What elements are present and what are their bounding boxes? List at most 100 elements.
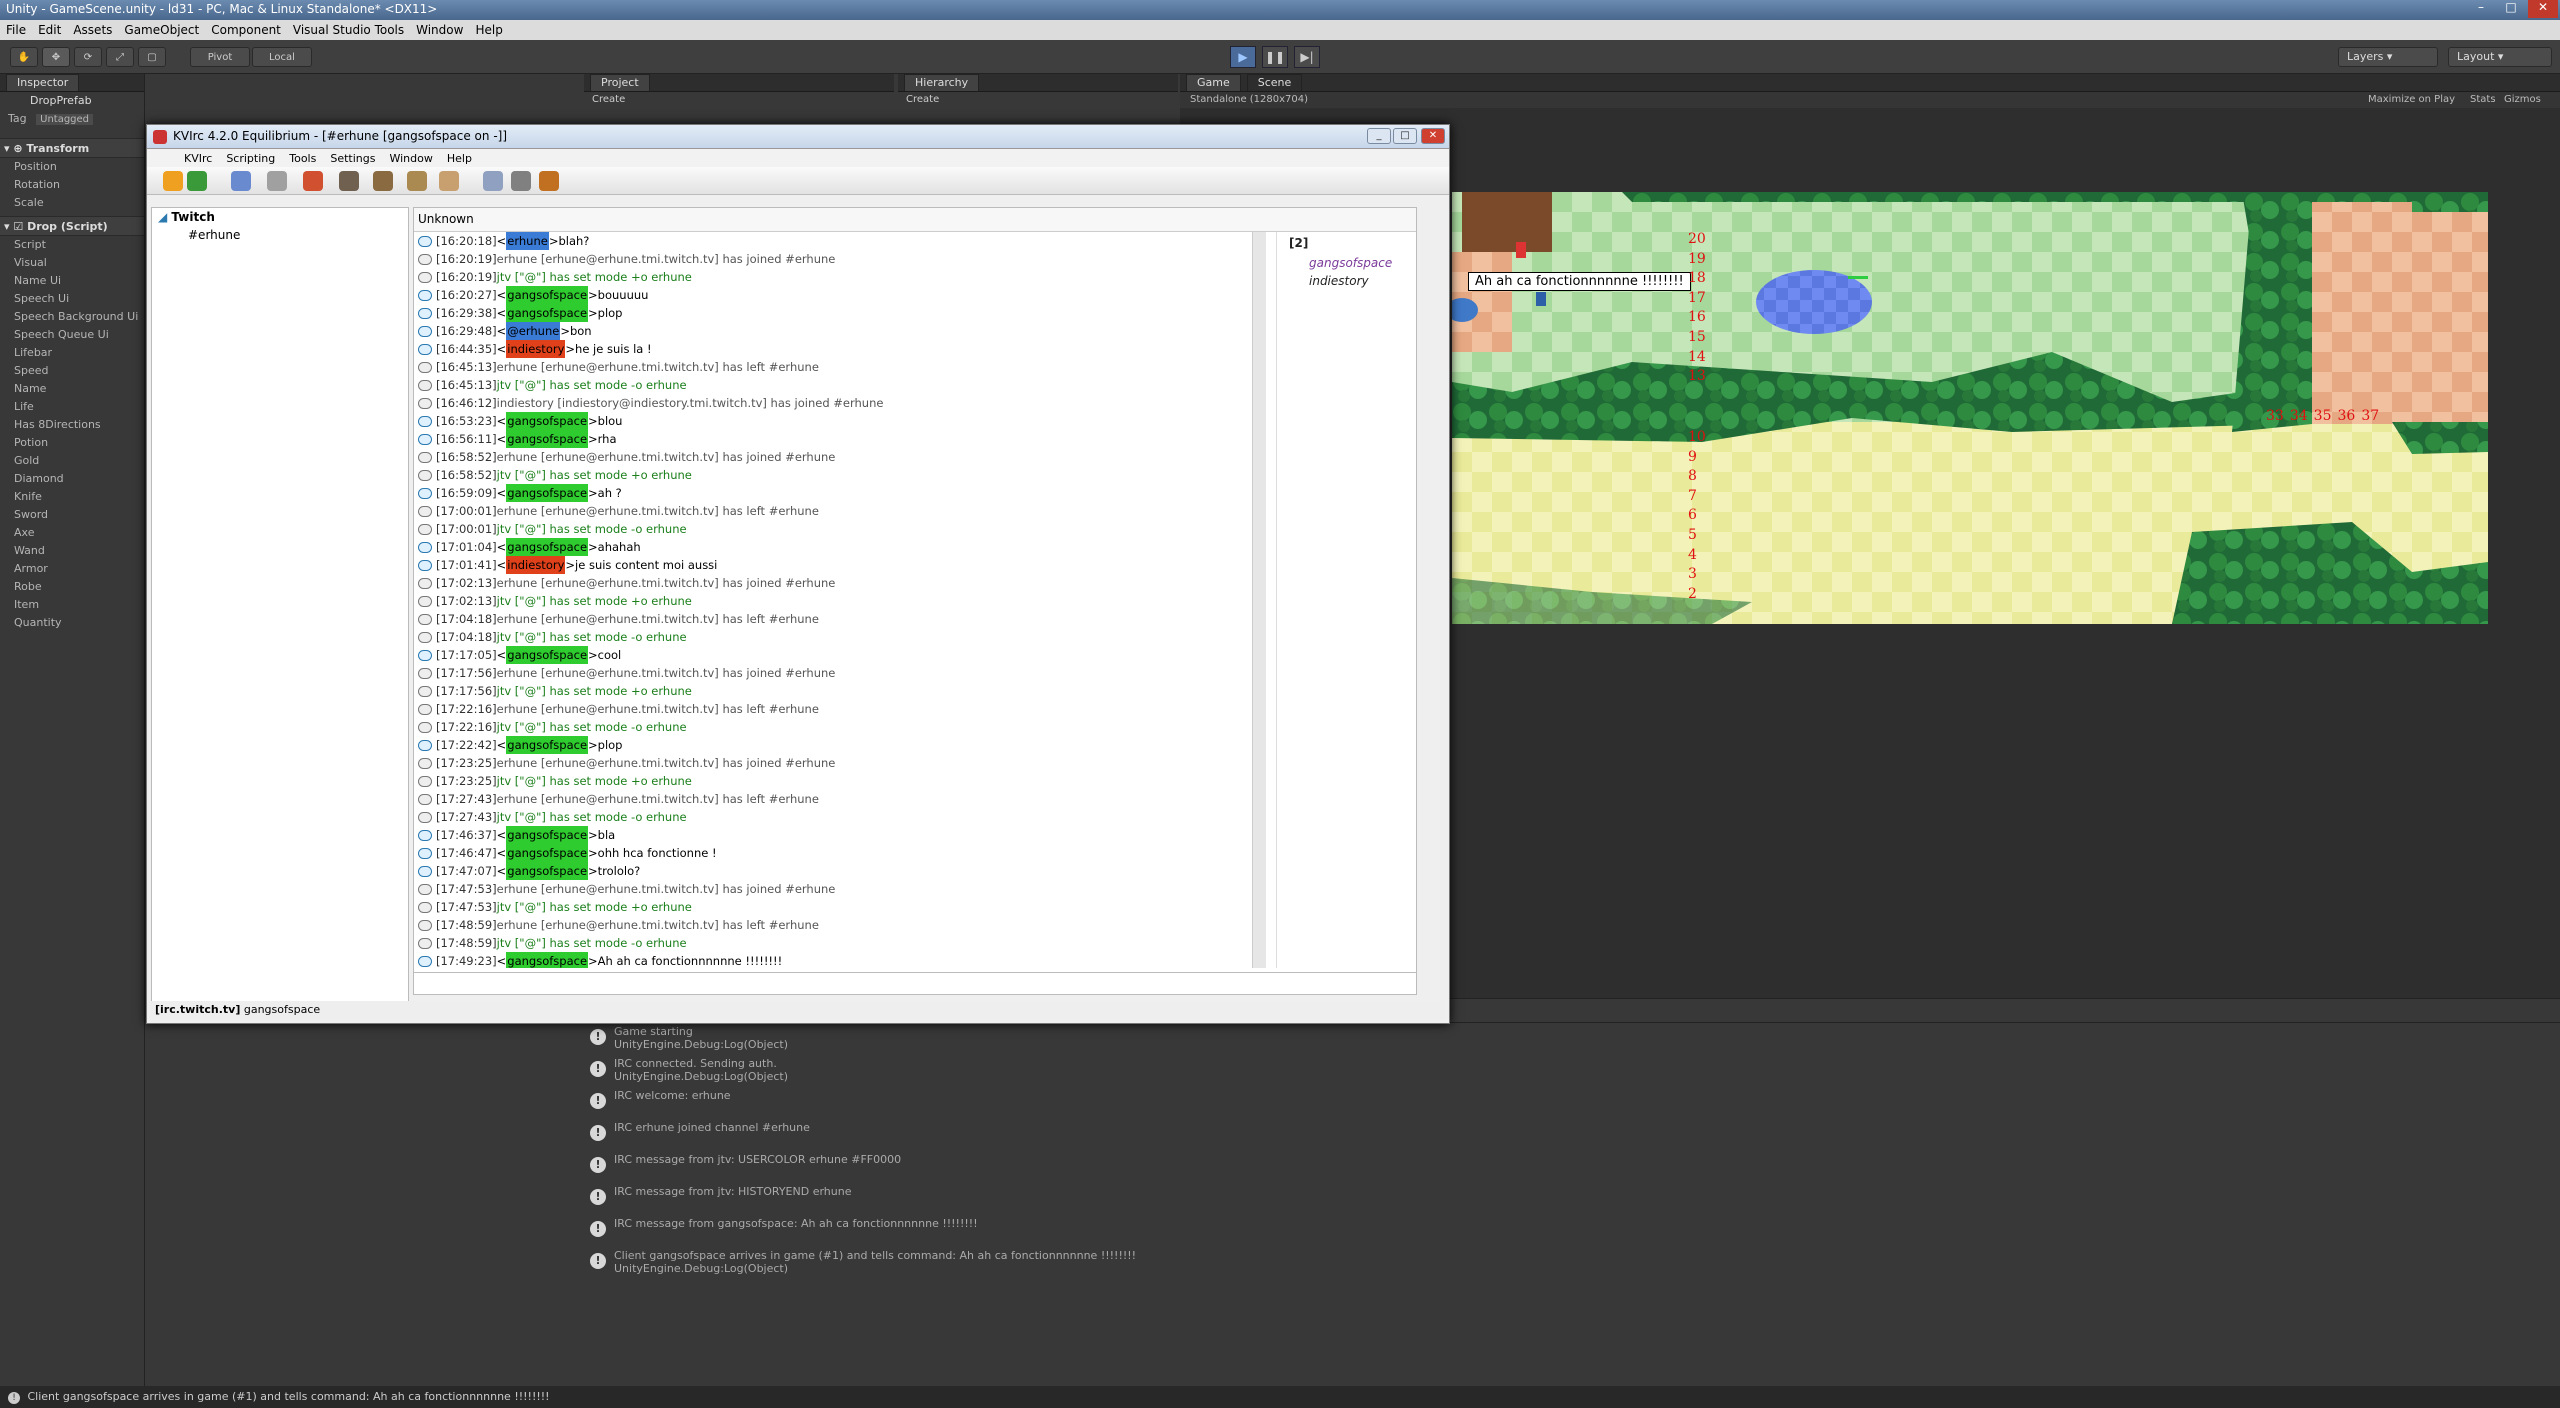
- play-button[interactable]: ▶: [1230, 46, 1256, 68]
- tab-scene[interactable]: Scene: [1246, 74, 1303, 91]
- chat-nick[interactable]: @erhune: [506, 322, 561, 340]
- object-name[interactable]: DropPrefab: [0, 92, 144, 110]
- move-tool-icon[interactable]: ✥: [42, 47, 70, 67]
- pause-button[interactable]: ❚❚: [1262, 46, 1288, 68]
- kv-wrench-icon[interactable]: [373, 171, 393, 191]
- kv-settings-icon[interactable]: [511, 171, 531, 191]
- kv-menu-tools[interactable]: Tools: [282, 152, 323, 165]
- menu-gameobject[interactable]: GameObject: [118, 23, 205, 37]
- menu-edit[interactable]: Edit: [32, 23, 67, 37]
- pivot-toggle[interactable]: Pivot: [190, 47, 250, 67]
- kv-menu-settings[interactable]: Settings: [323, 152, 382, 165]
- menu-component[interactable]: Component: [205, 23, 287, 37]
- menu-vstools[interactable]: Visual Studio Tools: [287, 23, 410, 37]
- chat-input[interactable]: [414, 972, 1416, 994]
- console-entry[interactable]: ! Client gangsofspace arrives in game (#1…: [584, 1247, 2560, 1279]
- console-entry[interactable]: ! IRC message from jtv: USERCOLOR erhune …: [584, 1151, 2560, 1183]
- menu-window[interactable]: Window: [410, 23, 469, 37]
- stats-button[interactable]: Stats: [2470, 94, 2496, 105]
- chat-nick[interactable]: gangsofspace: [506, 844, 589, 862]
- user-indiestory[interactable]: indiestory: [1277, 272, 1416, 290]
- chat-nick[interactable]: gangsofspace: [506, 484, 589, 502]
- scale-tool-icon[interactable]: ⤢: [106, 47, 134, 67]
- rotate-tool-icon[interactable]: ⟳: [74, 47, 102, 67]
- layers-dropdown[interactable]: Layers ▾: [2338, 47, 2438, 67]
- kv-menu-help[interactable]: Help: [440, 152, 479, 165]
- tree-channel-erhune[interactable]: #erhune: [152, 226, 408, 244]
- hierarchy-create[interactable]: Create: [898, 92, 1178, 107]
- chat-nick[interactable]: gangsofspace: [506, 826, 589, 844]
- kv-join-icon[interactable]: [231, 171, 251, 191]
- kv-menu-window[interactable]: Window: [382, 152, 439, 165]
- kv-menu-scripting[interactable]: Scripting: [219, 152, 282, 165]
- minimize-button[interactable]: –: [2466, 0, 2496, 18]
- menu-assets[interactable]: Assets: [67, 23, 118, 37]
- chat-nick[interactable]: gangsofspace: [506, 304, 589, 322]
- kv-server-icon[interactable]: [187, 171, 207, 191]
- tab-hierarchy[interactable]: Hierarchy: [904, 74, 980, 91]
- chat-nick[interactable]: gangsofspace: [506, 286, 589, 304]
- chat-nick[interactable]: indiestory: [506, 340, 566, 358]
- console-entry[interactable]: ! IRC message from jtv: HISTORYEND erhune: [584, 1183, 2560, 1215]
- console-entry[interactable]: ! IRC message from gangsofspace: Ah ah ca…: [584, 1215, 2560, 1247]
- hand-tool-icon[interactable]: ✋: [10, 47, 38, 67]
- chat-timestamp: [17:47:53]: [436, 900, 497, 914]
- kv-tools-icon[interactable]: [339, 171, 359, 191]
- kvirc-minimize-button[interactable]: _: [1367, 128, 1391, 144]
- chat-timestamp: [16:20:19]: [436, 252, 497, 266]
- script-fields: Script Visual Name Ui Speech Ui Speech Backg…: [0, 236, 144, 632]
- kv-options-icon[interactable]: [267, 171, 287, 191]
- kvirc-close-button[interactable]: ✕: [1421, 128, 1445, 144]
- kv-box-icon[interactable]: [539, 171, 559, 191]
- resolution-dropdown[interactable]: Standalone (1280x704): [1190, 94, 1308, 105]
- transform-header[interactable]: ▾ ⊕ Transform: [0, 138, 144, 158]
- maximize-on-play[interactable]: Maximize on Play: [2368, 94, 2455, 105]
- user-gangsofspace[interactable]: gangsofspace: [1277, 254, 1416, 272]
- kv-away-icon[interactable]: [303, 171, 323, 191]
- tab-project[interactable]: Project: [590, 74, 650, 91]
- tag-dropdown[interactable]: Untagged: [36, 114, 94, 125]
- chat-nick[interactable]: gangsofspace: [506, 736, 589, 754]
- close-button[interactable]: ✕: [2528, 0, 2558, 18]
- tab-inspector[interactable]: Inspector: [6, 74, 80, 91]
- local-toggle[interactable]: Local: [252, 47, 312, 67]
- kv-help-icon[interactable]: [163, 171, 183, 191]
- console-entry[interactable]: ! IRC erhune joined channel #erhune: [584, 1119, 2560, 1151]
- game-canvas[interactable]: Ah ah ca fonctionnnnnne !!!!!!!! 20 19 18 1…: [1452, 192, 2488, 624]
- step-button[interactable]: ▶|: [1294, 46, 1320, 68]
- channel-topic[interactable]: Unknown: [414, 208, 1416, 232]
- chat-nick[interactable]: gangsofspace: [506, 862, 589, 880]
- chat-nick[interactable]: gangsofspace: [506, 538, 589, 556]
- menu-help[interactable]: Help: [469, 23, 508, 37]
- tab-game[interactable]: Game: [1186, 74, 1241, 91]
- chat-nick[interactable]: gangsofspace: [506, 430, 589, 448]
- chat-nick[interactable]: erhune: [506, 232, 549, 250]
- chat-nick[interactable]: gangsofspace: [506, 646, 589, 664]
- chat-scrollbar[interactable]: [1252, 232, 1266, 968]
- kv-users-icon[interactable]: [407, 171, 427, 191]
- chat-nick[interactable]: indiestory: [506, 556, 566, 574]
- kvirc-maximize-button[interactable]: □: [1393, 128, 1417, 144]
- console-entry[interactable]: ! IRC welcome: erhune: [584, 1087, 2560, 1119]
- rect-tool-icon[interactable]: ▢: [138, 47, 166, 67]
- kv-menu-kvirc[interactable]: KVIrc: [177, 152, 219, 165]
- chat-text: jtv ["@"] has set mode +o erhune: [496, 900, 692, 914]
- kv-chart-icon[interactable]: [483, 171, 503, 191]
- console-text: IRC message from jtv: HISTORYEND erhune: [614, 1185, 851, 1198]
- tree-network-twitch[interactable]: ◢ Twitch: [152, 208, 408, 226]
- chat-line: [16:58:52] jtv ["@"] has set mode +o erh…: [414, 466, 1266, 484]
- kv-person-icon[interactable]: [439, 171, 459, 191]
- layout-dropdown[interactable]: Layout ▾: [2448, 47, 2552, 67]
- chat-line: [17:00:01] erhune [erhune@erhune.tmi.twi…: [414, 502, 1266, 520]
- script-field: Lifebar: [14, 346, 53, 359]
- project-panel: Project Create: [584, 74, 894, 114]
- chat-nick[interactable]: gangsofspace: [506, 952, 589, 968]
- console-entry[interactable]: ! Game starting UnityEngine.Debug:Log(Obje…: [584, 1023, 2560, 1055]
- project-create[interactable]: Create: [584, 92, 894, 107]
- gizmos-button[interactable]: Gizmos: [2504, 94, 2541, 105]
- chat-nick[interactable]: gangsofspace: [506, 412, 589, 430]
- console-entry[interactable]: ! IRC connected. Sending auth. UnityEngine…: [584, 1055, 2560, 1087]
- maximize-button[interactable]: □: [2496, 0, 2526, 18]
- menu-file[interactable]: File: [0, 23, 32, 37]
- script-header[interactable]: ▾ ☑ Drop (Script): [0, 216, 144, 236]
